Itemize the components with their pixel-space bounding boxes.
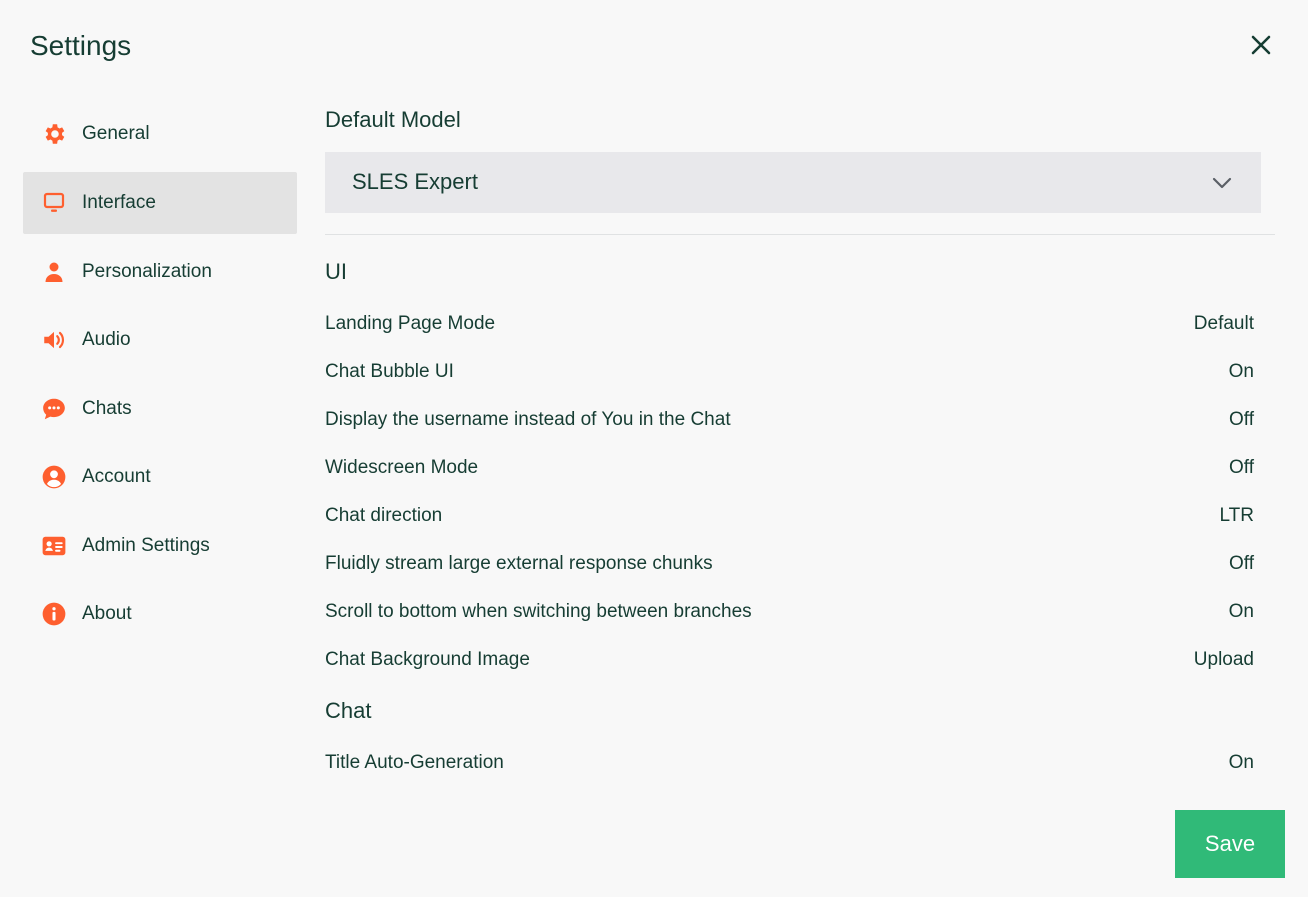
page-title: Settings	[30, 30, 132, 61]
sidebar-item-chats[interactable]: Chats	[23, 378, 297, 440]
id-card-icon	[40, 532, 68, 560]
setting-row-widescreen-mode: Widescreen Mode Off	[325, 453, 1254, 483]
monitor-icon	[40, 189, 68, 217]
setting-label: Title Auto-Generation	[325, 752, 504, 773]
sidebar-item-interface[interactable]: Interface	[23, 172, 297, 234]
section-divider	[325, 234, 1275, 235]
info-icon	[40, 600, 68, 628]
default-model-value: SLES Expert	[352, 169, 478, 194]
sidebar-item-label: About	[82, 603, 132, 624]
setting-row-scroll-to-bottom: Scroll to bottom when switching between …	[325, 597, 1254, 627]
sidebar-item-label: General	[82, 123, 150, 144]
sidebar-item-label: Audio	[82, 329, 131, 350]
fluid-streaming-toggle[interactable]: Off	[1229, 553, 1254, 575]
setting-label: Chat direction	[325, 505, 443, 526]
sidebar-item-account[interactable]: Account	[23, 446, 297, 508]
setting-label: Scroll to bottom when switching between …	[325, 601, 752, 622]
user-circle-icon	[40, 463, 68, 491]
setting-label: Landing Page Mode	[325, 313, 496, 334]
sidebar-item-general[interactable]: General	[23, 103, 297, 165]
person-icon	[40, 258, 68, 286]
sidebar-item-label: Chats	[82, 398, 132, 419]
title-auto-generation-toggle[interactable]: On	[1229, 752, 1254, 774]
setting-label: Fluidly stream large external response c…	[325, 553, 713, 574]
setting-row-fluid-streaming: Fluidly stream large external response c…	[325, 549, 1254, 579]
sidebar-item-audio[interactable]: Audio	[23, 309, 297, 371]
setting-row-display-username: Display the username instead of You in t…	[325, 405, 1254, 435]
widescreen-mode-toggle[interactable]: Off	[1229, 457, 1254, 479]
sidebar-item-label: Account	[82, 466, 151, 487]
scroll-to-bottom-toggle[interactable]: On	[1229, 601, 1254, 623]
gear-icon	[40, 120, 68, 148]
ui-section-heading: UI	[325, 259, 347, 284]
settings-content: Default Model SLES Expert UI Landing Pag…	[325, 0, 1275, 897]
save-button[interactable]: Save	[1175, 810, 1285, 878]
speaker-icon	[40, 326, 68, 354]
chat-bubble-ui-toggle[interactable]: On	[1229, 361, 1254, 383]
setting-row-chat-background-image: Chat Background Image Upload	[325, 645, 1254, 675]
setting-label: Widescreen Mode	[325, 457, 479, 478]
chat-bubble-icon	[40, 395, 68, 423]
setting-label: Chat Background Image	[325, 649, 530, 670]
default-model-select[interactable]: SLES Expert	[325, 152, 1261, 213]
display-username-toggle[interactable]: Off	[1229, 409, 1254, 431]
setting-label: Display the username instead of You in t…	[325, 409, 731, 430]
chat-section-heading: Chat	[325, 698, 372, 723]
sidebar-item-about[interactable]: About	[23, 583, 297, 645]
sidebar-item-label: Admin Settings	[82, 535, 210, 556]
sidebar-item-label: Personalization	[82, 261, 212, 282]
setting-row-landing-page-mode: Landing Page Mode Default	[325, 309, 1254, 339]
sidebar-item-personalization[interactable]: Personalization	[23, 241, 297, 303]
chat-background-upload-button[interactable]: Upload	[1194, 649, 1254, 671]
sidebar-item-label: Interface	[82, 192, 156, 213]
chevron-down-icon	[1212, 177, 1232, 189]
setting-label: Chat Bubble UI	[325, 361, 454, 382]
setting-row-chat-direction: Chat direction LTR	[325, 501, 1254, 531]
default-model-heading: Default Model	[325, 107, 461, 132]
landing-page-mode-toggle[interactable]: Default	[1194, 313, 1254, 335]
setting-row-title-auto-generation: Title Auto-Generation On	[325, 748, 1254, 778]
sidebar-item-admin-settings[interactable]: Admin Settings	[23, 515, 297, 577]
setting-row-chat-bubble-ui: Chat Bubble UI On	[325, 357, 1254, 387]
chat-direction-toggle[interactable]: LTR	[1220, 505, 1254, 527]
